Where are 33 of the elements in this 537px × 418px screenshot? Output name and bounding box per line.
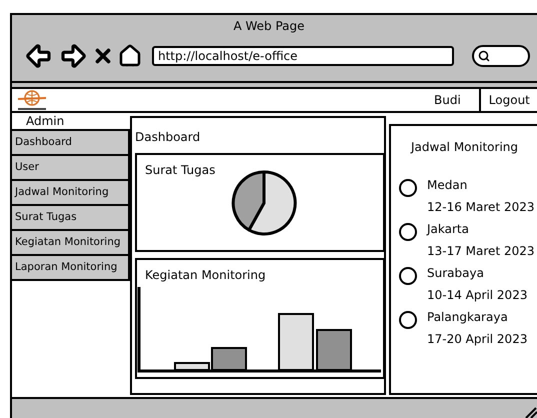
chart-bar bbox=[316, 329, 352, 371]
sidebar-item[interactable]: Kegiatan Monitoring bbox=[12, 231, 130, 256]
radio-button[interactable] bbox=[399, 311, 417, 329]
radio-button[interactable] bbox=[399, 267, 417, 285]
city-label: Jakarta bbox=[427, 221, 470, 238]
sidebar-title: Admin bbox=[12, 113, 130, 131]
sidebar-item[interactable]: Laporan Monitoring bbox=[12, 256, 130, 281]
card-title: Kegiatan Monitoring bbox=[145, 267, 267, 284]
chart-bar bbox=[278, 313, 314, 371]
address-field[interactable]: http://localhost/e-office bbox=[152, 46, 454, 66]
logo-icon bbox=[16, 89, 48, 111]
page-title: Dashboard bbox=[135, 129, 202, 146]
date-label: 10-14 April 2023 bbox=[427, 287, 528, 304]
card-title: Surat Tugas bbox=[145, 162, 216, 179]
window-title: A Web Page bbox=[233, 18, 305, 35]
resize-grip-icon[interactable] bbox=[524, 407, 537, 418]
search-icon bbox=[478, 50, 490, 62]
radio-button[interactable] bbox=[399, 223, 417, 241]
date-label: 17-20 April 2023 bbox=[427, 331, 528, 348]
city-label: Palangkaraya bbox=[427, 309, 509, 326]
city-label: Medan bbox=[427, 177, 468, 194]
search-field[interactable] bbox=[472, 45, 530, 67]
home-icon[interactable] bbox=[118, 44, 142, 68]
sidebar-item[interactable]: User bbox=[12, 156, 130, 181]
date-label: 13-17 Maret 2023 bbox=[427, 243, 535, 260]
sidebar-item[interactable]: Surat Tugas bbox=[12, 206, 130, 231]
panel-title: Jadwal Monitoring bbox=[411, 139, 519, 156]
sidebar-item[interactable]: Jadwal Monitoring bbox=[12, 181, 130, 206]
user-name: Budi bbox=[434, 92, 461, 109]
date-label: 12-16 Maret 2023 bbox=[427, 199, 535, 216]
radio-button[interactable] bbox=[399, 179, 417, 197]
city-label: Surabaya bbox=[427, 265, 485, 282]
sidebar-item[interactable]: Dashboard bbox=[12, 131, 130, 156]
